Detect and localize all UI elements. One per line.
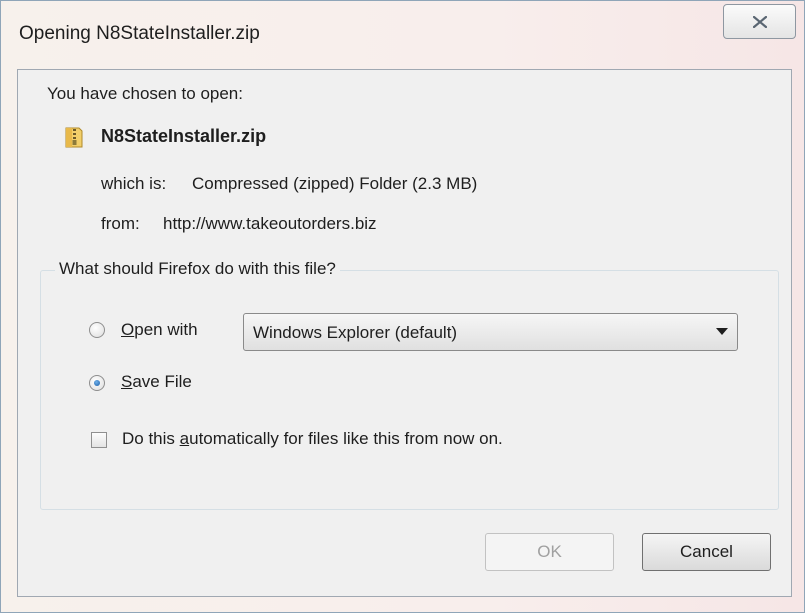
save-file-radio[interactable]	[89, 375, 105, 391]
radio-selected-dot	[94, 380, 100, 386]
zip-folder-icon	[65, 127, 83, 148]
action-group-legend: What should Firefox do with this file?	[55, 259, 340, 279]
chevron-down-icon	[716, 328, 728, 335]
cancel-button[interactable]: Cancel	[642, 533, 771, 571]
ok-button[interactable]: OK	[485, 533, 614, 571]
file-name: N8StateInstaller.zip	[101, 126, 267, 146]
auto-checkbox[interactable]	[91, 432, 107, 448]
file-type-value: Compressed (zipped) Folder (2.3 MB)	[192, 174, 478, 193]
open-with-select-value: Windows Explorer (default)	[253, 323, 458, 342]
window-title: Opening N8StateInstaller.zip	[19, 23, 260, 44]
file-type-label: which is:	[101, 174, 167, 193]
title-bar[interactable]: Opening N8StateInstaller.zip	[1, 1, 804, 69]
source-label: from:	[101, 214, 140, 233]
close-icon	[752, 15, 767, 28]
close-button[interactable]	[723, 4, 796, 39]
action-group: What should Firefox do with this file? O…	[40, 259, 779, 510]
save-file-label[interactable]: Save File	[121, 372, 192, 392]
chosen-to-open-label: You have chosen to open:	[47, 84, 243, 103]
open-with-radio[interactable]	[89, 322, 105, 338]
open-with-label[interactable]: Open with	[121, 320, 198, 340]
open-with-select[interactable]: Windows Explorer (default)	[243, 313, 738, 351]
download-dialog: Opening N8StateInstaller.zip You have ch…	[0, 0, 805, 613]
dialog-content: You have chosen to open: N8StateInstalle…	[17, 69, 792, 597]
auto-checkbox-label[interactable]: Do this automatically for files like thi…	[122, 429, 503, 449]
source-url: http://www.takeoutorders.biz	[163, 214, 377, 233]
